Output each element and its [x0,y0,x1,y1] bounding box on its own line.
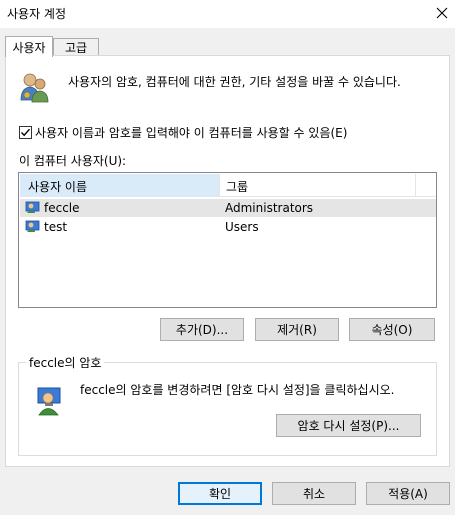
remove-user-button[interactable]: 제거(R) [255,318,339,341]
add-user-button[interactable]: 추가(D)... [160,318,244,341]
title-bar: 사용자 계정 [0,0,455,28]
users-listview[interactable]: 사용자 이름 그룹 feccle Administrators test Use… [18,172,437,308]
column-header-username-label: 사용자 이름 [28,180,88,194]
users-icon [18,70,50,104]
table-row[interactable]: feccle Administrators [20,199,436,217]
password-group-title: feccle의 암호 [26,354,105,371]
user-account-icon [25,219,41,235]
intro-text: 사용자의 암호, 컴퓨터에 대한 권한, 기타 설정을 바꿀 수 있습니다. [68,75,401,89]
column-header-username[interactable]: 사용자 이름 [20,174,220,197]
table-row[interactable]: test Users [20,218,436,236]
apply-button[interactable]: 적용(A) [366,482,450,505]
close-icon [436,7,447,19]
tab-advanced-label: 고급 [64,40,88,55]
window-title: 사용자 계정 [7,7,67,21]
column-header-group[interactable]: 그룹 [220,174,416,197]
properties-button[interactable]: 속성(O) [349,318,435,341]
tab-users-label: 사용자 [12,40,46,55]
cancel-button[interactable]: 취소 [272,482,356,505]
checkbox-box[interactable] [19,126,32,139]
password-description: feccle의 암호를 변경하려면 [암호 다시 설정]을 클릭하십시오. [80,383,395,397]
require-password-checkbox[interactable]: 사용자 이름과 암호를 입력해야 이 컴퓨터를 사용할 수 있음(E) [19,124,347,141]
tab-users[interactable]: 사용자 [5,36,53,57]
password-groupbox [18,362,437,456]
checkmark-icon [21,128,31,137]
user-account-icon [25,200,41,216]
tab-advanced[interactable]: 고급 [53,38,99,56]
user-password-icon [36,385,66,417]
column-header-group-label: 그룹 [226,180,249,194]
checkbox-label: 사용자 이름과 암호를 입력해야 이 컴퓨터를 사용할 수 있음(E) [35,126,348,140]
ok-button[interactable]: 확인 [178,482,262,505]
users-list-label: 이 컴퓨터 사용자(U): [19,154,127,168]
reset-password-button[interactable]: 암호 다시 설정(P)... [276,414,421,437]
row-username: test [44,220,68,234]
listview-header: 사용자 이름 그룹 [20,174,436,197]
row-group: Administrators [225,201,314,215]
close-button[interactable] [428,2,455,24]
row-group: Users [225,220,259,234]
row-username: feccle [44,201,80,215]
